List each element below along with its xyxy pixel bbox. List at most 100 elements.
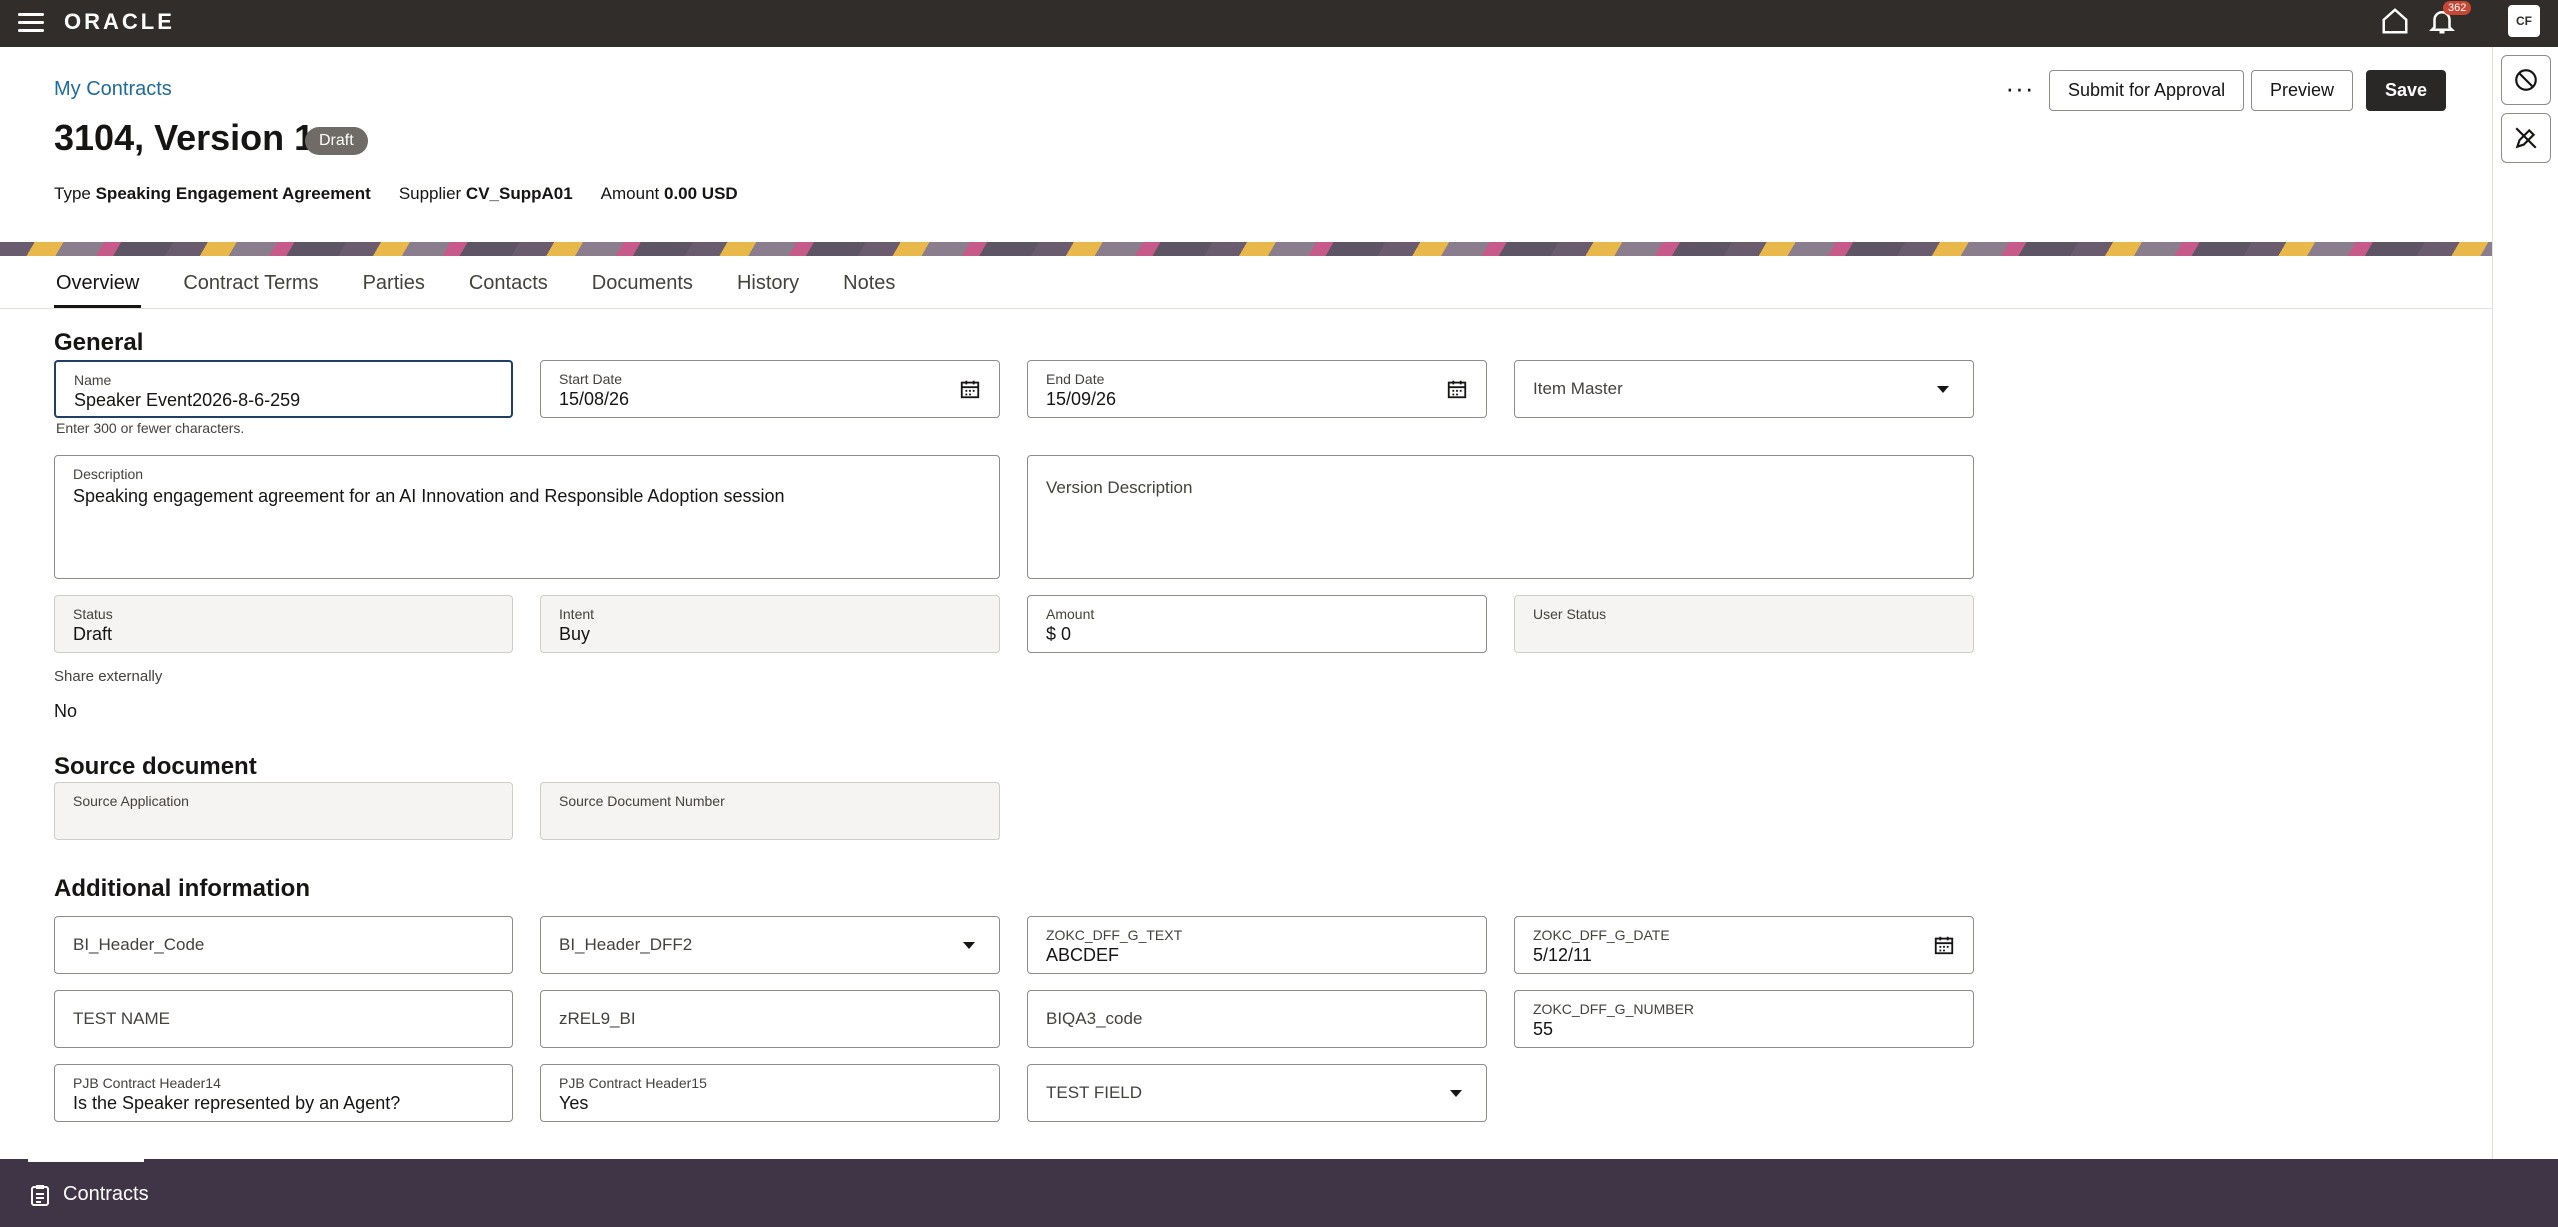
chevron-down-icon	[1450, 1090, 1462, 1097]
g-number-value: 55	[1533, 1019, 1554, 1039]
g-number-field[interactable]: ZOKC_DFF_G_NUMBER 55	[1514, 990, 1974, 1048]
tab-overview[interactable]: Overview	[54, 256, 142, 308]
prohibited-icon	[2515, 69, 2537, 91]
right-rail	[2492, 47, 2558, 1159]
disable-edit-button[interactable]	[2501, 113, 2551, 163]
g-text-label: ZOKC_DFF_G_TEXT	[1046, 927, 1183, 943]
user-status-label: User Status	[1533, 606, 1607, 622]
test-field-select[interactable]: TEST FIELD	[1027, 1064, 1487, 1122]
main-content: My Contracts 3104, Version 1 Draft Type …	[0, 47, 2492, 1159]
g-text-field[interactable]: ZOKC_DFF_G_TEXT ABCDEF	[1027, 916, 1487, 974]
calendar-icon[interactable]	[959, 378, 981, 400]
intent-field: Intent Buy	[540, 595, 1000, 653]
pencil-off-icon	[2515, 127, 2537, 149]
section-title-source-document: Source document	[54, 753, 257, 780]
end-date-field[interactable]: End Date 15/09/26	[1027, 360, 1487, 418]
footer-contracts-tab[interactable]: Contracts	[63, 1183, 149, 1206]
test-field-placeholder: TEST FIELD	[1046, 1083, 1143, 1102]
g-number-label: ZOKC_DFF_G_NUMBER	[1533, 1001, 1695, 1017]
home-icon[interactable]	[2380, 6, 2410, 36]
start-date-value: 15/08/26	[559, 389, 630, 409]
bi-header-code-field[interactable]: BI_Header_Code	[54, 916, 513, 974]
decorative-banner	[0, 242, 2492, 256]
tab-bar: Overview Contract Terms Parties Contacts…	[54, 256, 937, 308]
zrel9-bi-placeholder: zREL9_BI	[559, 1009, 636, 1028]
header15-field[interactable]: PJB Contract Header15 Yes	[540, 1064, 1000, 1122]
tab-contacts[interactable]: Contacts	[467, 256, 550, 308]
header15-value: Yes	[559, 1093, 589, 1113]
status-label: Status	[73, 606, 113, 622]
calendar-icon[interactable]	[1446, 378, 1468, 400]
source-document-number-field: Source Document Number	[540, 782, 1000, 840]
hamburger-menu-icon[interactable]	[18, 8, 44, 38]
status-field: Status Draft	[54, 595, 513, 653]
bi-header-code-placeholder: BI_Header_Code	[73, 935, 205, 954]
end-date-label: End Date	[1046, 371, 1105, 387]
chevron-down-icon	[963, 942, 975, 949]
amount-label: Amount	[1046, 606, 1095, 622]
item-master-select[interactable]: Item Master	[1514, 360, 1974, 418]
source-document-number-label: Source Document Number	[559, 793, 725, 809]
header15-label: PJB Contract Header15	[559, 1075, 707, 1091]
version-description-field[interactable]: Version Description	[1027, 455, 1974, 579]
oracle-logo: ORACLE	[64, 9, 175, 34]
start-date-field[interactable]: Start Date 15/08/26	[540, 360, 1000, 418]
breadcrumb-my-contracts[interactable]: My Contracts	[54, 78, 172, 101]
name-helper-text: Enter 300 or fewer characters.	[56, 420, 245, 436]
amount-value: $ 0	[1046, 624, 1072, 644]
end-date-value: 15/09/26	[1046, 389, 1117, 409]
g-text-value: ABCDEF	[1046, 945, 1120, 965]
source-application-label: Source Application	[73, 793, 189, 809]
intent-value: Buy	[559, 624, 591, 644]
meta-type-label: Type	[54, 184, 91, 203]
tab-parties[interactable]: Parties	[361, 256, 427, 308]
meta-supplier-label: Supplier	[398, 184, 462, 203]
amount-field[interactable]: Amount $ 0	[1027, 595, 1487, 653]
more-actions-button[interactable]: ···	[2002, 73, 2038, 109]
contract-meta: Type Speaking Engagement Agreement Suppl…	[54, 184, 738, 204]
bi-header-dff2-select[interactable]: BI_Header_DFF2	[540, 916, 1000, 974]
biqa3-code-field[interactable]: BIQA3_code	[1027, 990, 1487, 1048]
page-title: 3104, Version 1	[54, 117, 315, 158]
description-field[interactable]: Description Speaking engagement agreemen…	[54, 455, 1000, 579]
description-label: Description	[73, 466, 144, 482]
status-badge: Draft	[305, 127, 368, 155]
header14-label: PJB Contract Header14	[73, 1075, 221, 1091]
name-field[interactable]: Name Speaker Event2026-8-6-259	[54, 360, 513, 418]
footer-bar: Contracts	[0, 1159, 2558, 1227]
start-date-label: Start Date	[559, 371, 623, 387]
bi-header-dff2-placeholder: BI_Header_DFF2	[559, 935, 693, 954]
name-value: Speaker Event2026-8-6-259	[74, 390, 301, 410]
tab-contract-terms[interactable]: Contract Terms	[181, 256, 320, 308]
preview-button[interactable]: Preview	[2251, 70, 2354, 111]
chevron-down-icon	[1937, 386, 1949, 393]
share-externally-label: Share externally	[54, 668, 163, 685]
tabs-divider	[0, 308, 2492, 309]
cancel-action-button[interactable]	[2501, 55, 2551, 105]
header14-field[interactable]: PJB Contract Header14 Is the Speaker rep…	[54, 1064, 513, 1122]
meta-amount-value: 0.00 USD	[664, 184, 738, 203]
item-master-placeholder: Item Master	[1533, 379, 1623, 398]
tab-documents[interactable]: Documents	[590, 256, 695, 308]
g-date-value: 5/12/11	[1533, 945, 1592, 965]
test-name-placeholder: TEST NAME	[73, 1009, 170, 1028]
save-button[interactable]: Save	[2366, 70, 2447, 111]
clipboard-icon	[31, 1185, 49, 1206]
g-date-field[interactable]: ZOKC_DFF_G_DATE 5/12/11	[1514, 916, 1974, 974]
status-value: Draft	[73, 624, 113, 644]
section-title-general: General	[54, 329, 144, 356]
notification-count-badge: 362	[2443, 1, 2472, 15]
tab-history[interactable]: History	[735, 256, 801, 308]
user-avatar[interactable]: CF	[2508, 5, 2540, 37]
submit-for-approval-button[interactable]: Submit for Approval	[2049, 70, 2245, 111]
name-label: Name	[74, 372, 112, 388]
test-name-field[interactable]: TEST NAME	[54, 990, 513, 1048]
zrel9-bi-field[interactable]: zREL9_BI	[540, 990, 1000, 1048]
footer-active-indicator	[28, 1159, 144, 1162]
user-status-field: User Status	[1514, 595, 1974, 653]
tab-notes[interactable]: Notes	[841, 256, 897, 308]
share-externally-value: No	[54, 701, 78, 721]
calendar-icon[interactable]	[1933, 934, 1955, 956]
meta-supplier-value: CV_SuppA01	[465, 184, 573, 203]
version-description-placeholder: Version Description	[1046, 478, 1193, 497]
